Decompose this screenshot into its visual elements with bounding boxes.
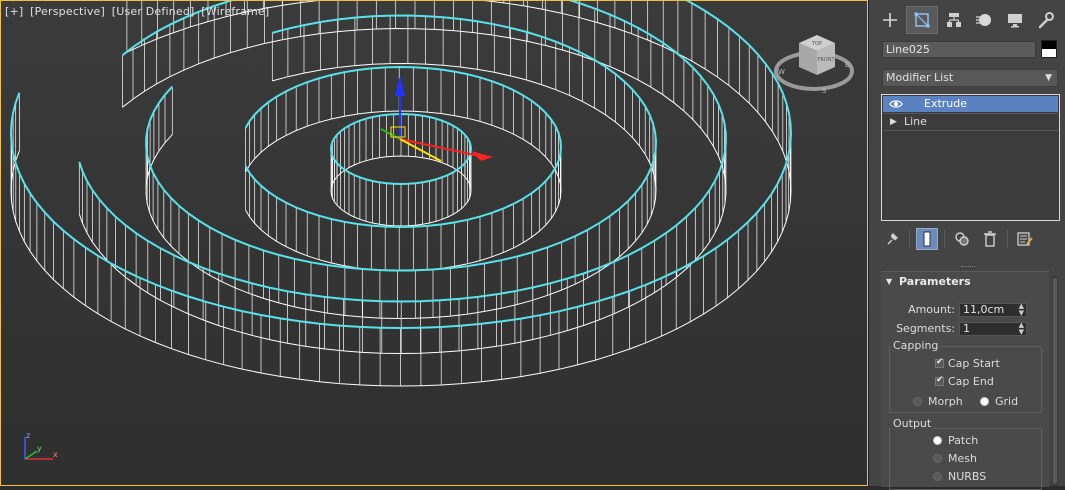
collapse-triangle-icon: ▼ [886,277,893,286]
parameters-rollout: ▼ Parameters Amount: 11,0cm ▲ ▼ Segments:… [881,271,1049,490]
grid-label: Grid [995,395,1019,408]
cap-start-label: Cap Start [948,357,1000,370]
modifier-stack[interactable]: Extrude ▶ Line [881,94,1060,221]
stack-item-label: Extrude [924,97,968,110]
tab-display[interactable] [1000,6,1031,34]
eye-icon[interactable] [889,98,903,110]
tab-motion[interactable] [969,6,1000,34]
tab-modify[interactable] [905,6,938,34]
checkbox-checked-icon [935,375,944,386]
grid-radio[interactable]: Grid [980,395,1018,408]
segments-spinner[interactable]: 1 ▲ ▼ [959,322,1027,336]
hierarchy-icon [946,13,961,27]
cap-end-label: Cap End [948,375,994,388]
utilities-icon [1038,12,1055,29]
modifier-list-dropdown[interactable]: Modifier List ▼ [882,69,1058,87]
stack-toolbar [881,228,1042,250]
tab-create[interactable] [875,6,905,34]
compass-east: E [845,61,849,69]
checkbox-checked-icon [935,357,944,368]
parameters-rollout-header[interactable]: ▼ Parameters [881,272,1049,292]
rollout-scrollbar-thumb[interactable] [1053,278,1057,484]
svg-text:x: x [53,450,58,459]
viewport-menu-plus[interactable]: [+] [5,5,23,18]
radio-on-icon [980,397,989,406]
command-panel-tabs [875,6,1061,34]
radio-off-icon [913,397,922,406]
output-group-title: Output [891,417,934,430]
expand-triangle-icon[interactable]: ▶ [890,114,897,130]
mesh-radio[interactable]: Mesh [933,452,977,465]
tab-utilities[interactable] [1031,6,1061,34]
configure-modifier-sets-button[interactable] [1014,228,1036,250]
radio-off-icon [933,472,942,481]
chevron-down-icon: ▼ [1045,73,1052,83]
viewport-shading-user[interactable]: [User Defined] [112,5,195,18]
remove-modifier-button[interactable] [979,228,1001,250]
tab-hierarchy[interactable] [938,6,969,34]
toolbar-divider [909,230,910,248]
cap-end-checkbox[interactable]: Cap End [935,375,994,388]
nurbs-label: NURBS [948,470,987,483]
svg-text:z: z [26,431,30,440]
viewcube-top-text: TOP [811,41,822,47]
show-end-result-button[interactable] [916,228,938,250]
spinner-arrows-icon[interactable]: ▲ ▼ [1019,322,1024,336]
perspective-viewport[interactable]: [+] [Perspective] [User Defined] [Wirefr… [0,0,868,486]
amount-label: Amount: [908,303,955,316]
segments-label: Segments: [896,322,955,335]
capping-group-title: Capping [891,339,941,352]
amount-value: 11,0cm [963,303,1005,316]
stack-item-extrude[interactable]: Extrude [883,96,1058,112]
object-name-field[interactable]: Line025 [882,41,1036,58]
stack-item-line[interactable]: ▶ Line [883,113,1058,131]
nurbs-radio[interactable]: NURBS [933,470,986,483]
morph-radio[interactable]: Morph [913,395,963,408]
motion-icon [976,14,992,26]
radio-on-icon [933,436,942,445]
pin-stack-icon [887,232,899,245]
morph-label: Morph [928,395,963,408]
mesh-label: Mesh [948,452,977,465]
modify-icon [914,12,930,28]
configure-modifier-sets-icon [1017,232,1033,246]
rollout-title: Parameters [899,275,971,288]
object-color-swatch[interactable] [1041,40,1057,58]
make-unique-icon [955,232,969,246]
pin-stack-button[interactable] [881,228,903,250]
remove-modifier-icon [984,231,996,247]
make-unique-button[interactable] [951,228,973,250]
viewcube-front-text: FRONT [817,57,835,63]
patch-radio[interactable]: Patch [933,434,978,447]
viewcube[interactable]: TOP FRONT W E S [773,27,855,97]
axis-tripod: z y x [24,431,58,460]
display-icon [1008,14,1023,28]
modifier-list-label: Modifier List [886,71,954,84]
wireframe-scene[interactable] [1,1,868,486]
svg-text:y: y [37,444,42,453]
stack-item-label: Line [904,115,927,128]
show-end-result-icon [923,231,931,247]
viewport-pov-label[interactable]: [Perspective] [30,5,105,18]
amount-spinner[interactable]: 11,0cm ▲ ▼ [959,303,1027,317]
compass-west: W [778,68,785,76]
radio-off-icon [933,454,942,463]
patch-label: Patch [948,434,979,447]
spinner-arrows-icon[interactable]: ▲ ▼ [1019,303,1024,317]
viewport-display-mode[interactable]: [Wireframe] [201,5,269,18]
compass-south: S [822,87,827,95]
segments-value: 1 [963,322,970,335]
viewport-label[interactable]: [+] [Perspective] [User Defined] [Wirefr… [5,5,272,18]
command-panel: Line025 Modifier List ▼ Extrude ▶ Line ▼… [868,0,1065,490]
toolbar-divider [1007,230,1008,248]
toolbar-divider [944,230,945,248]
cap-start-checkbox[interactable]: Cap Start [935,357,1000,370]
create-icon [882,13,897,27]
